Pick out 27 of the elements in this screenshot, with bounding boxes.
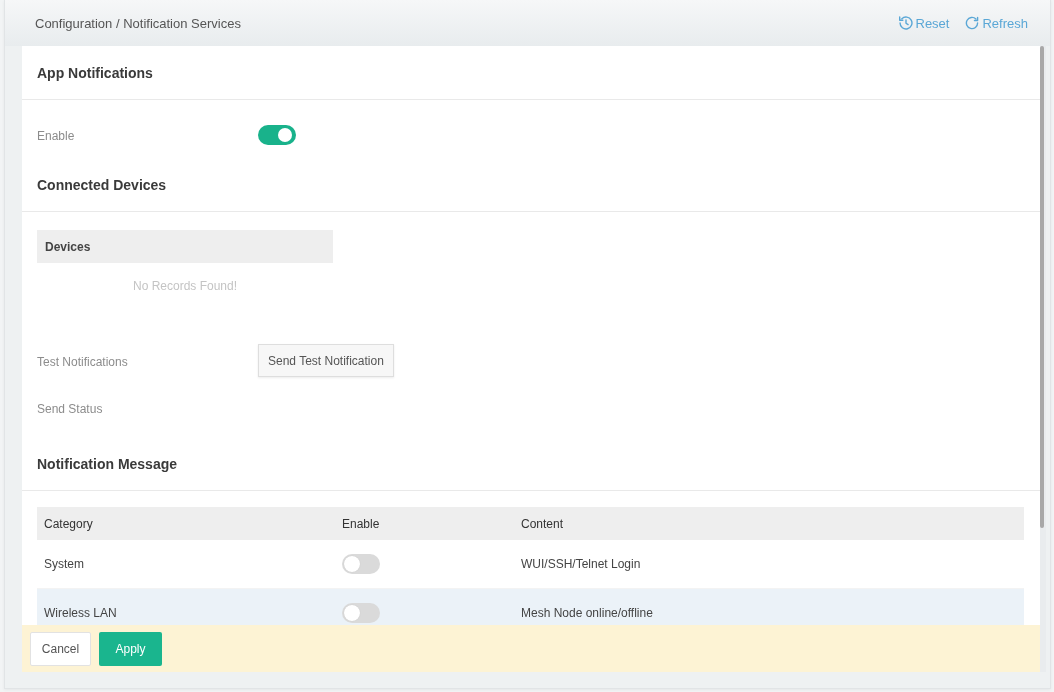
section-title: App Notifications [22,46,1040,100]
column-header: Category [44,516,93,531]
toggle-switch[interactable] [342,603,380,623]
table-cell: WUI/SSH/Telnet Login [521,557,641,571]
section-title: Notification Message [22,424,1040,491]
reset-button[interactable]: Reset [898,15,950,31]
cancel-button[interactable]: Cancel [30,631,91,666]
empty-message: No Records Found! [132,279,238,293]
toggle-switch[interactable] [342,554,380,574]
apply-button[interactable]: Apply [99,631,162,666]
table-cell: Mesh Node online/offline [521,606,653,620]
refresh-button[interactable]: Refresh [965,15,1028,31]
table-cell: Wireless LAN [44,606,117,620]
action-button[interactable]: Send Test Notification [258,344,394,377]
section-title: Connected Devices [22,151,1040,212]
toggle-switch[interactable] [258,124,296,145]
column-header: Enable [342,516,380,531]
breadcrumb: Configuration / Notification Services [35,15,241,31]
refresh-icon [965,16,980,30]
field-label: Test Notifications [37,354,128,369]
column-header: Devices [37,230,333,263]
scrollbar-thumb[interactable] [1040,46,1044,528]
history-icon [898,16,913,30]
table-cell: System [44,557,84,571]
field-label: Enable [37,128,75,143]
column-header: Content [521,516,564,531]
field-label: Send Status [37,401,103,416]
